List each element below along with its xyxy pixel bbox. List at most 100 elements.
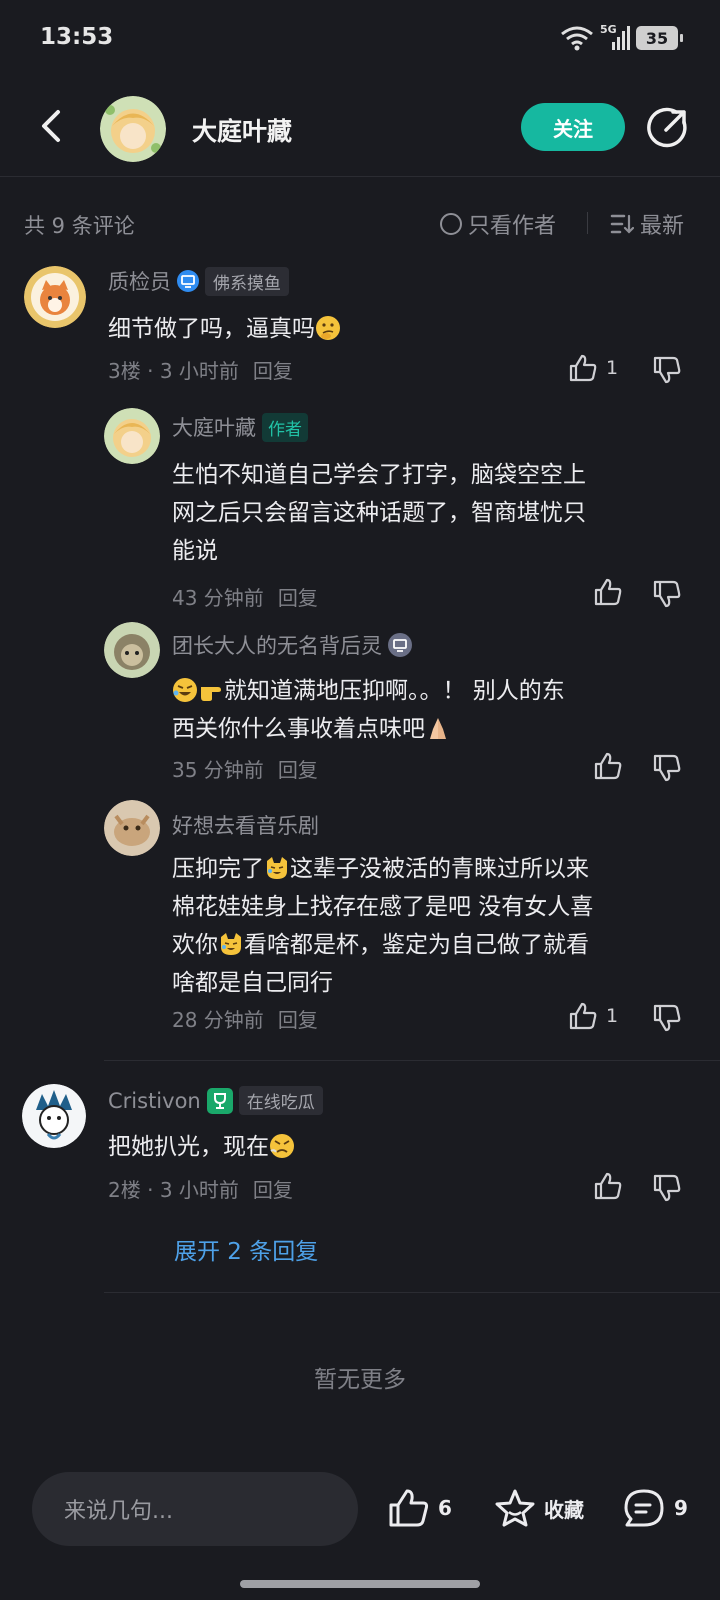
floor-label: 3楼 [108,359,141,383]
rofl-emoji-icon [172,677,198,703]
avatar[interactable] [104,408,160,464]
avatar[interactable] [104,800,160,856]
star-icon [495,1489,535,1527]
comment-meta: 2楼 · 3 小时前 回复 [108,1174,293,1203]
comment-line: 这辈子没被活的青睐过所以来 [290,856,589,882]
comment-input[interactable]: 来说几句... [32,1472,358,1546]
thumb-down-icon [653,1174,681,1202]
username[interactable]: 质检员 [108,266,171,296]
dislike-button[interactable] [652,754,682,782]
comment-meta: 35 分钟前 回复 [172,754,318,783]
comment-line: 看啥都是杯，鉴定为自己做了就看 [244,932,589,958]
comment-line: 生怕不知道自己学会了打字，脑袋空空上 [172,462,586,488]
like-button[interactable]: 1 [568,354,618,382]
thumb-up-icon [594,752,622,780]
share-icon [647,107,687,148]
share-button[interactable] [646,106,690,150]
reply-button[interactable]: 回复 [278,1004,318,1033]
comment-time: 43 分钟前 [172,586,264,610]
sort-label: 最新 [640,214,685,239]
status-icons: 5G 35 [560,23,683,52]
expand-replies-link[interactable]: 展开 2 条回复 [174,1232,318,1266]
comments-button[interactable]: 9 [622,1488,688,1528]
sort-toggle[interactable]: 最新 [610,208,684,240]
comment-count: 共 9 条评论 [24,214,135,238]
username[interactable]: 团长大人的无名背后灵 [172,630,382,660]
sort-icon [610,214,634,234]
floor-label: 2楼 [108,1178,141,1202]
thumb-down-icon [653,356,681,384]
only-author-label: 只看作者 [468,214,557,239]
comment-total-count: 9 [674,1496,688,1520]
reply-button[interactable]: 回复 [253,355,293,384]
follow-button[interactable]: 关注 [521,103,625,151]
comment-line: 西关你什么事收着点味吧 [172,716,425,742]
comment-username-row: 团长大人的无名背后灵 [172,630,412,660]
crying-cat-emoji-icon [264,855,290,881]
pointing-hand-emoji-icon [198,677,224,703]
comment-time: 35 分钟前 [172,758,264,782]
comment-line: 啥都是自己同行 [172,970,333,996]
home-indicator [240,1580,480,1588]
radio-icon [440,213,462,235]
like-post-button[interactable]: 6 [388,1488,452,1528]
comment-line: 网之后只会留言这种话题了，智商堪忧只 [172,500,586,526]
network-type-label: 5G [600,23,617,36]
page-title: 大庭叶藏 [192,117,293,146]
thinking-emoji-icon [315,315,341,341]
dislike-button[interactable] [652,356,682,384]
username[interactable]: 大庭叶藏 [172,412,256,442]
only-author-toggle[interactable]: 只看作者 [440,208,556,240]
username[interactable]: 好想去看音乐剧 [172,810,319,840]
username[interactable]: Cristivon [108,1089,201,1113]
comment-line: 欢你 [172,932,218,958]
chevron-left-icon [42,110,60,142]
comment-time: 3 小时前 [159,1178,239,1202]
comment-line: 棉花娃娃身上找存在感了是吧 没有女人喜 [172,894,594,920]
comment-text: 细节做了吗，逼真吗 [108,310,341,348]
comment-meta: 43 分钟前 回复 [172,582,318,611]
avatar[interactable] [104,622,160,678]
avatar[interactable] [22,1084,86,1148]
comment-username-row: Cristivon 在线吃瓜 [108,1086,323,1115]
thumb-up-icon [569,1002,597,1030]
like-button[interactable] [593,752,623,780]
comment-time: 3 小时前 [159,359,239,383]
wifi-icon [560,25,594,51]
comment-username-row: 质检员 佛系摸鱼 [108,266,289,296]
like-button[interactable]: 1 [568,1002,618,1030]
comment-text: 压抑完了 这辈子没被活的青睐过所以来 棉花娃娃身上找存在感了是吧 没有女人喜 欢你… [172,850,692,1002]
favorite-button[interactable]: 收藏 [494,1488,584,1528]
dislike-button[interactable] [652,1004,682,1032]
reply-button[interactable]: 回复 [253,1174,293,1203]
back-button[interactable] [30,104,74,148]
trophy-badge-icon [206,1087,233,1114]
thumb-up-icon [389,1489,429,1527]
device-badge-icon [177,270,199,292]
user-badge: 在线吃瓜 [238,1086,323,1115]
filter-separator [587,212,588,234]
comment-line: 就知道满地压抑啊。。！ 别人的东 [224,678,565,704]
crying-cat-emoji-icon [218,931,244,957]
author-avatar[interactable] [100,96,166,162]
comment-line: 压抑完了 [172,856,264,882]
comment-text: 就知道满地压抑啊。。！ 别人的东 西关你什么事收着点味吧 [172,672,692,748]
header-divider [0,176,720,177]
cellular-signal-icon: 5G [600,23,630,51]
comment-bubble-icon [624,1489,664,1527]
reply-button[interactable]: 回复 [278,582,318,611]
dislike-button[interactable] [652,580,682,608]
angry-emoji-icon [269,1133,295,1159]
like-button[interactable] [593,1172,623,1200]
thumb-down-icon [653,754,681,782]
thread-divider [104,1292,720,1293]
thumb-up-icon [569,354,597,382]
like-button[interactable] [593,578,623,606]
dislike-button[interactable] [652,1174,682,1202]
avatar[interactable] [24,266,86,328]
comment-text-content: 细节做了吗，逼真吗 [108,316,315,342]
reply-button[interactable]: 回复 [278,754,318,783]
comment-meta: 3楼 · 3 小时前 回复 [108,355,293,384]
comment-username-row: 大庭叶藏 作者 [172,412,308,442]
thumb-up-icon [594,578,622,606]
